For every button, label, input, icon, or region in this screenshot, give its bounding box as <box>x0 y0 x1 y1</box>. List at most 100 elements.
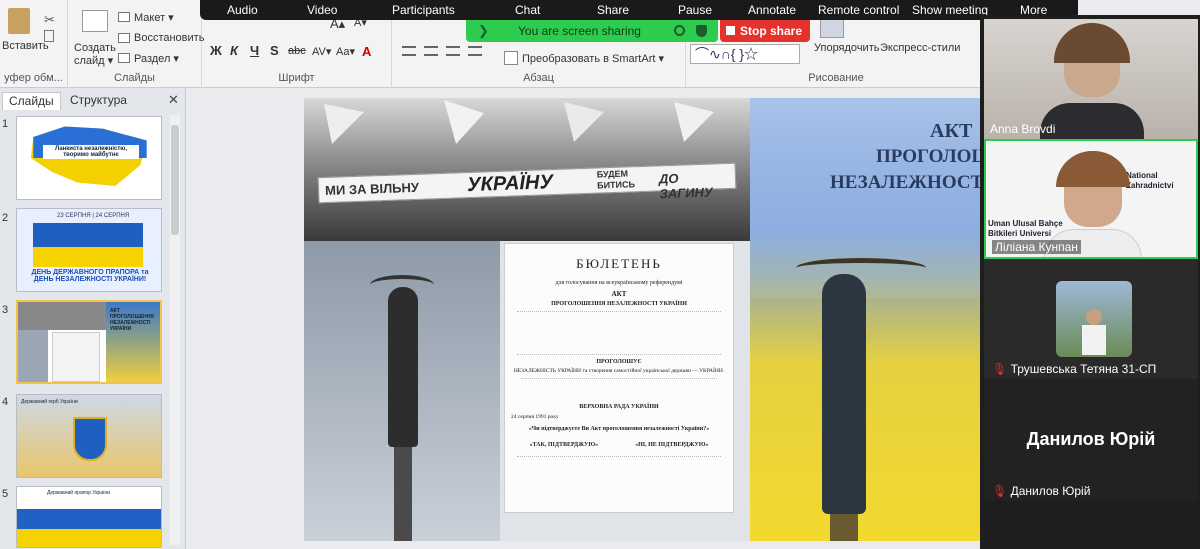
bold-button[interactable]: Ж <box>210 43 222 58</box>
crowd-image <box>18 302 106 330</box>
avatar-body <box>1082 325 1106 355</box>
chat-button[interactable]: Chat <box>515 3 540 17</box>
paste-button[interactable]: Вставить <box>2 40 49 52</box>
ballot-question: «Чи підтверджуєте Ви Акт проголошення не… <box>528 426 710 432</box>
reset-button[interactable]: Восстановить <box>134 32 204 44</box>
paragraph-label: Абзац <box>523 72 554 84</box>
participants-button[interactable]: Participants <box>392 3 455 17</box>
participant-name-row: 🎙 Данилов Юрій <box>992 484 1090 498</box>
layout-button[interactable]: Макет ▾ <box>134 11 174 24</box>
section-icon <box>118 53 130 63</box>
justify-icon[interactable] <box>468 46 482 56</box>
video-tile-3[interactable]: 🎙 Трушевська Тетяна 31-СП <box>984 259 1198 379</box>
record-icon[interactable] <box>674 25 685 36</box>
underline-button[interactable]: Ч <box>250 43 259 58</box>
slide-3-title: АКТ ПРОГОЛОШЕННЯ НЕЗАЛЕЖНОСТІ УКРАЇНИ <box>110 308 154 332</box>
new-slide-icon[interactable] <box>82 10 108 32</box>
ballot-body-text <box>521 378 717 400</box>
ballot-proclaim: ПРОГОЛОШУЄ <box>596 359 642 365</box>
new-slide-button[interactable]: Создать слайд ▾ <box>74 42 122 68</box>
protest-banner: МИ ЗА ВІЛЬНУ УКРАЇНУ БУДЕМ БИТИСЬ ДО ЗАГ… <box>317 162 737 204</box>
zoom-toolbar: Audio Video Participants Chat Share Paus… <box>200 0 1078 20</box>
ballot-no-option: «НІ, НЕ ПІДТВЕРДЖУЮ» <box>635 442 709 448</box>
shadow-button[interactable]: S <box>270 43 279 58</box>
screen-sharing-bar: ❯ You are screen sharing <box>466 20 718 42</box>
scrollbar-thumb[interactable] <box>171 125 179 235</box>
flag-shape <box>444 100 484 144</box>
participant-display-name: Данилов Юрій <box>1026 429 1156 449</box>
flag-blue <box>17 509 161 529</box>
ballot-title: БЮЛЕТЕНЬ <box>576 256 662 271</box>
participant-name-row: 🎙 Трушевська Тетяна 31-СП <box>992 362 1156 376</box>
slide-1-title: Ланкиста незалежністю, творимо майбутнє <box>43 145 139 159</box>
ballot-act-title: ПРОГОЛОШЕННЯ НЕЗАЛЕЖНОСТІ УКРАЇНИ <box>551 301 687 307</box>
ballot-subtitle: для голосування на всеукраїнському рефер… <box>555 280 683 286</box>
cut-icon[interactable]: ✂ <box>44 12 55 28</box>
flag-shape <box>324 104 364 144</box>
slide-2-title: ДЕНЬ ДЕРЖАВНОГО ПРАПОРА та ДЕНЬ НЕЗАЛЕЖН… <box>31 269 149 283</box>
share-indicator-icon: ❯ <box>478 23 489 38</box>
slide-number: 3 <box>2 304 9 316</box>
participant-hair <box>1056 151 1130 187</box>
close-icon[interactable]: ✕ <box>168 92 179 108</box>
tab-slides[interactable]: Слайды <box>2 92 61 110</box>
font-color-icon[interactable]: A <box>362 44 371 59</box>
monument-photo <box>304 241 500 541</box>
slide-thumbnail-1[interactable]: Ланкиста незалежністю, творимо майбутнє <box>16 116 162 200</box>
clipboard-label: уфер обм... <box>4 72 63 84</box>
ballot-act: АКТ <box>611 290 627 298</box>
paste-icon[interactable] <box>8 8 30 34</box>
slide-thumbnail-2[interactable]: 23 СЕРПНЯ | 24 СЕРПНЯ ДЕНЬ ДЕРЖАВНОГО ПР… <box>16 208 162 292</box>
flag-shape <box>674 102 714 142</box>
remote-control-button[interactable]: Remote control <box>818 3 899 17</box>
align-right-icon[interactable] <box>446 46 460 56</box>
annotate-button[interactable]: Annotate <box>748 3 796 17</box>
case-button[interactable]: Aa▾ <box>336 45 355 58</box>
font-label: Шрифт <box>278 72 315 84</box>
slide-thumbnail-5[interactable]: Державний прапор України <box>16 486 162 548</box>
spacing-button[interactable]: AV▾ <box>312 45 331 58</box>
flag-blue <box>33 223 143 247</box>
quick-styles-button[interactable]: Экспресс-стили <box>880 42 960 54</box>
ballot-yes-option: «ТАК, ПІДТВЕРДЖУЮ» <box>529 442 599 448</box>
video-button[interactable]: Video <box>307 3 337 17</box>
ballot-body-text <box>517 456 721 476</box>
smartart-icon[interactable] <box>504 51 518 65</box>
video-tile-1[interactable]: Anna Brovdi <box>984 19 1198 139</box>
strike-button[interactable]: abc <box>288 45 306 57</box>
reset-icon <box>118 33 130 43</box>
flag-shape <box>564 102 604 142</box>
participant-avatar <box>1056 281 1132 357</box>
align-left-icon[interactable] <box>402 46 416 56</box>
tab-outline[interactable]: Структура <box>64 92 133 110</box>
section-button[interactable]: Раздел ▾ <box>134 52 179 65</box>
flag-yellow <box>17 529 161 547</box>
stop-share-button[interactable]: Stop share <box>720 20 810 42</box>
shapes-gallery[interactable]: ⌒∿∩{ }☆ <box>690 44 800 64</box>
participant-gallery: Anna Brovdi Uman Ulusal Bahçe Bitkileri … <box>980 15 1200 549</box>
audio-button[interactable]: Audio <box>227 3 258 17</box>
slide-4-text: Державний герб України <box>21 399 78 405</box>
arrange-button[interactable]: Упорядочить <box>814 42 879 54</box>
video-tile-4[interactable]: Данилов Юрій 🎙 Данилов Юрій <box>984 379 1198 501</box>
wreath-shape <box>796 258 926 278</box>
show-meeting-button[interactable]: Show meeting <box>912 3 988 17</box>
slide-thumbnail-3-selected[interactable]: АКТ ПРОГОЛОШЕННЯ НЕЗАЛЕЖНОСТІ УКРАЇНИ <box>16 300 162 384</box>
italic-button[interactable]: К <box>230 43 238 58</box>
smartart-button[interactable]: Преобразовать в SmartArt ▾ <box>522 52 664 65</box>
pause-button[interactable]: Pause <box>678 3 712 17</box>
slide-thumbnail-4[interactable]: Державний герб України <box>16 394 162 478</box>
crowd-photo: МИ ЗА ВІЛЬНУ УКРАЇНУ БУДЕМ БИТИСЬ ДО ЗАГ… <box>304 98 750 241</box>
slide-number: 5 <box>2 488 9 500</box>
align-center-icon[interactable] <box>424 46 438 56</box>
slide-number: 4 <box>2 396 9 408</box>
slide-2-dates: 23 СЕРПНЯ | 24 СЕРПНЯ <box>57 213 130 219</box>
ballot-backdrop: БЮЛЕТЕНЬ для голосування на всеукраїнськ… <box>500 241 750 541</box>
ballot-date: 24 серпня 1991 року <box>511 414 559 420</box>
video-tile-2-active-speaker[interactable]: Uman Ulusal Bahçe Bitkileri Universi Nat… <box>984 139 1198 259</box>
share-button[interactable]: Share <box>597 3 629 17</box>
copy-icon[interactable] <box>44 30 54 42</box>
participant-name: Anna Brovdi <box>990 122 1056 136</box>
slides-scrollbar[interactable] <box>170 115 180 545</box>
banner-text: ДО ЗАГИНУ <box>658 170 713 202</box>
